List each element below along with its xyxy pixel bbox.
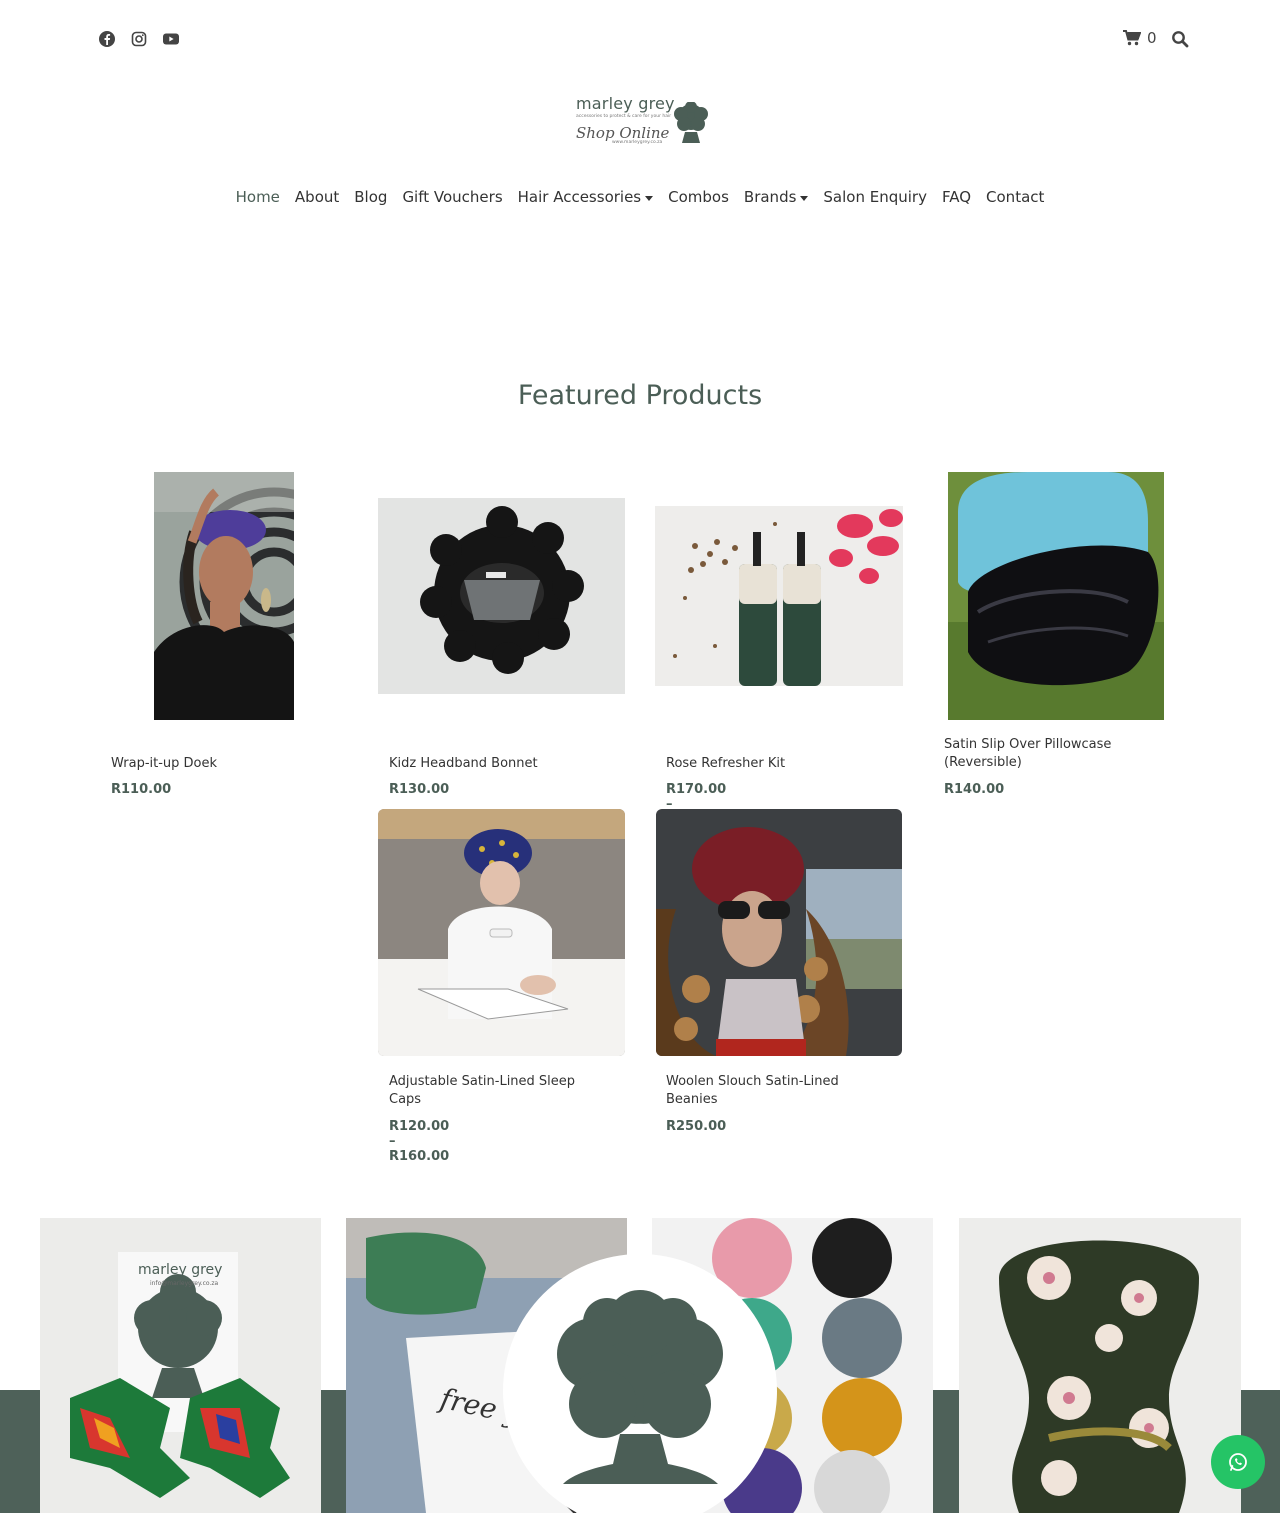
caret-down-icon [645, 195, 654, 201]
product-image[interactable] [154, 472, 294, 720]
cart-count: 0 [1147, 29, 1157, 47]
earring-card-brand: marley grey [138, 1262, 223, 1278]
nav-faq[interactable]: FAQ [942, 188, 971, 206]
product-name[interactable]: Wrap-it-up Doek [111, 755, 331, 773]
cart-icon [1123, 30, 1141, 46]
gallery-tile-earrings[interactable]: marley grey info@marleygrey.co.za [40, 1218, 321, 1513]
nav-gift-vouchers[interactable]: Gift Vouchers [402, 188, 502, 206]
search-icon [1172, 31, 1189, 48]
product-price: R110.00 [111, 782, 172, 797]
product-name[interactable]: Woolen Slouch Satin-Lined Beanies [666, 1073, 876, 1109]
facebook-icon[interactable] [98, 30, 116, 48]
gallery-tile-bonnet[interactable] [959, 1218, 1241, 1513]
nav-blog[interactable]: Blog [354, 188, 387, 206]
nav-about[interactable]: About [295, 188, 339, 206]
product-image[interactable] [948, 472, 1164, 720]
caret-down-icon [800, 195, 809, 201]
product-image[interactable] [655, 506, 903, 686]
main-nav: Home About Blog Gift Vouchers Hair Acces… [0, 188, 1280, 206]
product-image[interactable] [656, 809, 902, 1056]
logo-brand: marley grey [576, 94, 675, 113]
nav-hair-accessories[interactable]: Hair Accessories [518, 188, 654, 206]
nav-salon-enquiry[interactable]: Salon Enquiry [823, 188, 927, 206]
afro-silhouette-icon [557, 1290, 723, 1484]
product-image[interactable] [378, 498, 625, 694]
youtube-icon[interactable] [162, 30, 180, 48]
featured-title: Featured Products [517, 380, 763, 411]
nav-home[interactable]: Home [236, 188, 280, 206]
site-logo[interactable]: marley grey accessories to protect & car… [570, 92, 712, 154]
product-price: R250.00 [666, 1119, 727, 1134]
product-name[interactable]: Kidz Headband Bonnet [389, 755, 609, 773]
brand-emblem [503, 1254, 777, 1513]
product-image[interactable] [378, 809, 625, 1056]
product-price: R130.00 [389, 782, 450, 797]
whatsapp-icon [1229, 1453, 1247, 1471]
cart-button[interactable]: 0 [1123, 29, 1157, 47]
product-name[interactable]: Adjustable Satin-Lined Sleep Caps [389, 1073, 599, 1109]
afro-silhouette-icon [674, 102, 708, 143]
nav-combos[interactable]: Combos [668, 188, 729, 206]
nav-brands[interactable]: Brands [744, 188, 809, 206]
product-price: R140.00 [944, 782, 1005, 797]
logo-url: www.marleygrey.co.za [612, 140, 663, 145]
whatsapp-button[interactable] [1211, 1435, 1265, 1489]
instagram-icon[interactable] [130, 30, 148, 48]
search-button[interactable] [1171, 30, 1189, 48]
product-name[interactable]: Satin Slip Over Pillowcase (Reversible) [944, 736, 1154, 772]
product-name[interactable]: Rose Refresher Kit [666, 755, 886, 773]
top-bar: 0 [0, 0, 1280, 80]
earring-card-email: info@marleygrey.co.za [150, 1280, 219, 1287]
nav-contact[interactable]: Contact [986, 188, 1044, 206]
logo-tagline: accessories to protect & care for your h… [576, 114, 672, 119]
product-price: R120.00 – R160.00 [389, 1119, 450, 1164]
social-links [98, 30, 180, 48]
